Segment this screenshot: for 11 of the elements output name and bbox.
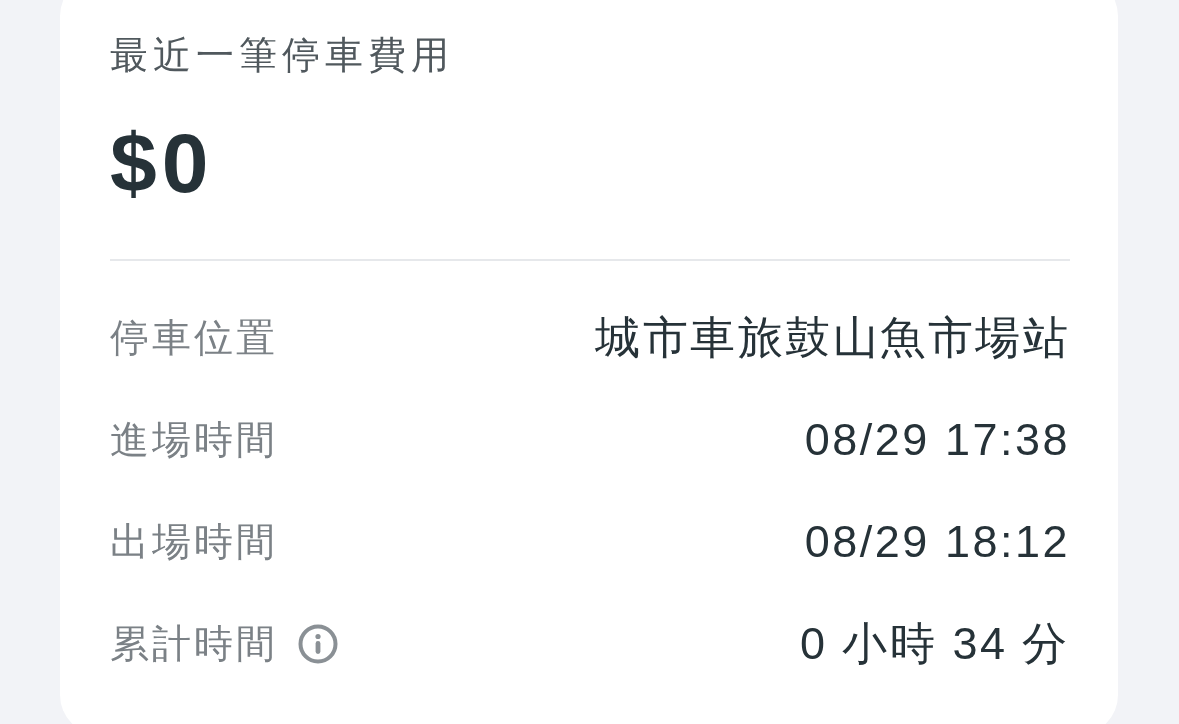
detail-label: 進場時間 xyxy=(110,417,278,463)
fee-amount: $0 xyxy=(110,115,215,211)
detail-label: 累計時間 xyxy=(110,621,278,667)
card-title: 最近一筆停車費用 xyxy=(110,33,455,78)
detail-value: 08/29 18:12 xyxy=(804,515,1070,569)
detail-label: 停車位置 xyxy=(110,315,278,361)
detail-value: 08/29 17:38 xyxy=(804,413,1070,467)
detail-value: 城市車旅鼓山魚市場站 xyxy=(595,311,1070,365)
detail-value: 0 小時 34 分 xyxy=(799,617,1070,671)
info-icon[interactable] xyxy=(298,624,338,664)
detail-label: 出場時間 xyxy=(110,519,278,565)
